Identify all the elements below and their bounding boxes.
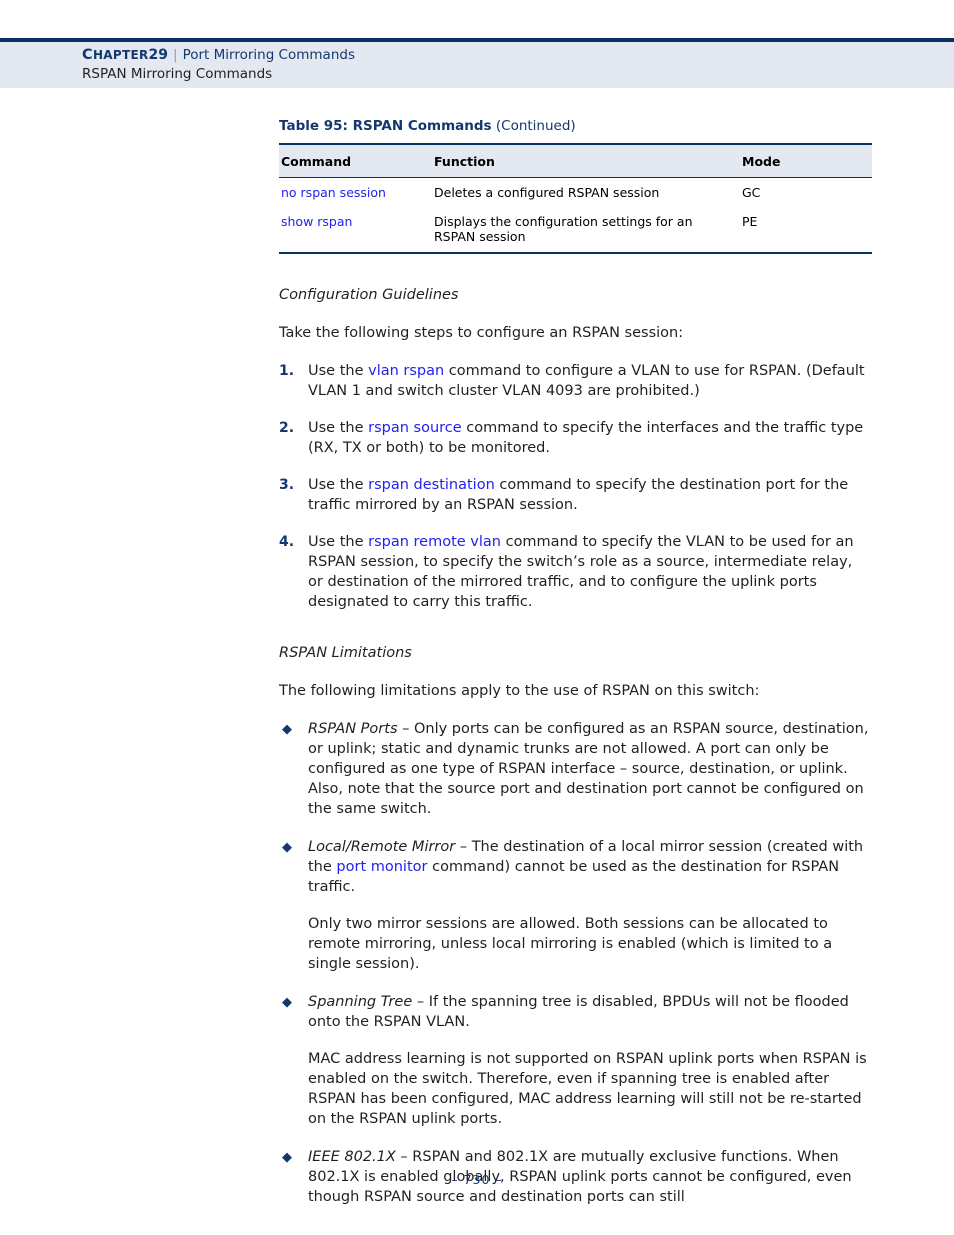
- limitation-term: Spanning Tree: [308, 994, 413, 1010]
- table-head: Command Function Mode: [279, 143, 872, 178]
- diamond-bullet-icon: ◆: [282, 840, 292, 855]
- rspan-commands-table: Command Function Mode no rspan session D…: [279, 143, 872, 255]
- table-cell-mode: PE: [742, 214, 758, 229]
- list-item-step: 3. Use the rspan destination command to s…: [279, 475, 871, 515]
- limitations-list: ◆ RSPAN Ports – Only ports can be configu…: [279, 719, 871, 1207]
- table-caption-continued: (Continued): [495, 118, 576, 134]
- page-number: – 730 –: [451, 1172, 503, 1187]
- table-bottom-rule: [279, 252, 872, 255]
- step-text-pre: Use the: [308, 534, 369, 550]
- section-heading-rspan-limitations: RSPAN Limitations: [279, 645, 412, 661]
- diamond-bullet-icon: ◆: [282, 1150, 292, 1165]
- section-heading-configuration-guidelines: Configuration Guidelines: [279, 287, 459, 303]
- list-item-step: 1. Use the vlan rspan command to configur…: [279, 361, 871, 401]
- limitation-dash: –: [395, 1149, 413, 1165]
- command-link-show-rspan[interactable]: show rspan: [281, 214, 352, 229]
- table-foot-rule: [279, 252, 872, 255]
- command-link-rspan-remote-vlan[interactable]: rspan remote vlan: [368, 534, 501, 550]
- command-link-no-rspan-session[interactable]: no rspan session: [281, 185, 386, 200]
- header-chapter-word-rest: HAPTER: [92, 48, 149, 62]
- list-item-step: 2. Use the rspan source command to specif…: [279, 418, 871, 458]
- step-text-pre: Use the: [308, 420, 369, 436]
- limitation-dash: –: [397, 721, 414, 737]
- configuration-steps-list: 1. Use the vlan rspan command to configur…: [279, 361, 871, 612]
- header-chapter-word: CHAPTER: [82, 47, 149, 63]
- limitation-term: RSPAN Ports: [308, 721, 398, 737]
- limitations-intro: The following limitations apply to the u…: [279, 683, 760, 699]
- table-bottom-rule-row: [279, 252, 872, 255]
- page-running-header: CHAPTER29 | Port Mirroring Commands RSPAN …: [0, 38, 954, 88]
- list-item-step: 4. Use the rspan remote vlan command to s…: [279, 532, 871, 612]
- table-row: no rspan session Deletes a configured RS…: [279, 178, 872, 208]
- list-item-limitation: ◆ Spanning Tree – If the spanning tree is…: [279, 992, 871, 1129]
- page-content: Table 95: RSPAN Commands (Continued) Com…: [279, 118, 872, 1207]
- diamond-bullet-icon: ◆: [282, 722, 292, 737]
- limitation-subparagraph: MAC address learning is not supported on…: [308, 1051, 867, 1127]
- command-link-vlan-rspan[interactable]: vlan rspan: [368, 363, 444, 379]
- header-band: CHAPTER29 | Port Mirroring Commands RSPAN …: [0, 42, 954, 88]
- page-footer: – 730 –: [0, 1172, 954, 1187]
- table-body: no rspan session Deletes a configured RS…: [279, 178, 872, 254]
- table-caption-main: Table 95: RSPAN Commands: [279, 118, 492, 134]
- header-subject: Port Mirroring Commands: [182, 47, 355, 63]
- header-chapter-word-capital: C: [82, 47, 93, 63]
- limitation-subparagraph: Only two mirror sessions are allowed. Bo…: [308, 916, 833, 972]
- step-number: 1.: [279, 363, 295, 379]
- step-number: 4.: [279, 534, 295, 550]
- column-header-function: Function: [434, 143, 742, 178]
- limitation-term: IEEE 802.1X: [308, 1149, 396, 1165]
- header-subtitle: RSPAN Mirroring Commands: [82, 66, 273, 82]
- table-cell-command: no rspan session: [279, 178, 434, 208]
- limitation-term: Local/Remote Mirror: [308, 839, 456, 855]
- command-link-rspan-destination[interactable]: rspan destination: [368, 477, 495, 493]
- limitation-dash: –: [412, 994, 429, 1010]
- header-separator: |: [173, 47, 178, 63]
- step-number: 3.: [279, 477, 295, 493]
- table-cell-mode: GC: [742, 185, 761, 200]
- command-link-rspan-source[interactable]: rspan source: [368, 420, 462, 436]
- list-item-limitation: ◆ Local/Remote Mirror – The destination o…: [279, 837, 871, 974]
- header-chapter-line: CHAPTER29 | Port Mirroring Commands: [82, 47, 954, 64]
- table-cell-function: Displays the configuration settings for …: [434, 214, 693, 244]
- step-text-pre: Use the: [308, 477, 369, 493]
- table-header-row: Command Function Mode: [279, 143, 872, 178]
- header-chapter-number: 29: [148, 47, 168, 63]
- column-header-command: Command: [279, 143, 434, 178]
- limitation-dash: –: [455, 839, 472, 855]
- command-link-port-monitor[interactable]: port monitor: [336, 859, 427, 875]
- table-cell-function: Deletes a configured RSPAN session: [434, 185, 660, 200]
- table-cell-command: show rspan: [279, 207, 434, 253]
- step-number: 2.: [279, 420, 295, 436]
- step-text-pre: Use the: [308, 363, 369, 379]
- table-row: show rspan Displays the configuration se…: [279, 207, 872, 253]
- column-header-mode: Mode: [742, 143, 872, 178]
- list-item-limitation: ◆ RSPAN Ports – Only ports can be configu…: [279, 719, 871, 819]
- table-caption: Table 95: RSPAN Commands (Continued): [279, 118, 871, 134]
- configuration-guidelines-intro: Take the following steps to configure an…: [279, 325, 684, 341]
- diamond-bullet-icon: ◆: [282, 995, 292, 1010]
